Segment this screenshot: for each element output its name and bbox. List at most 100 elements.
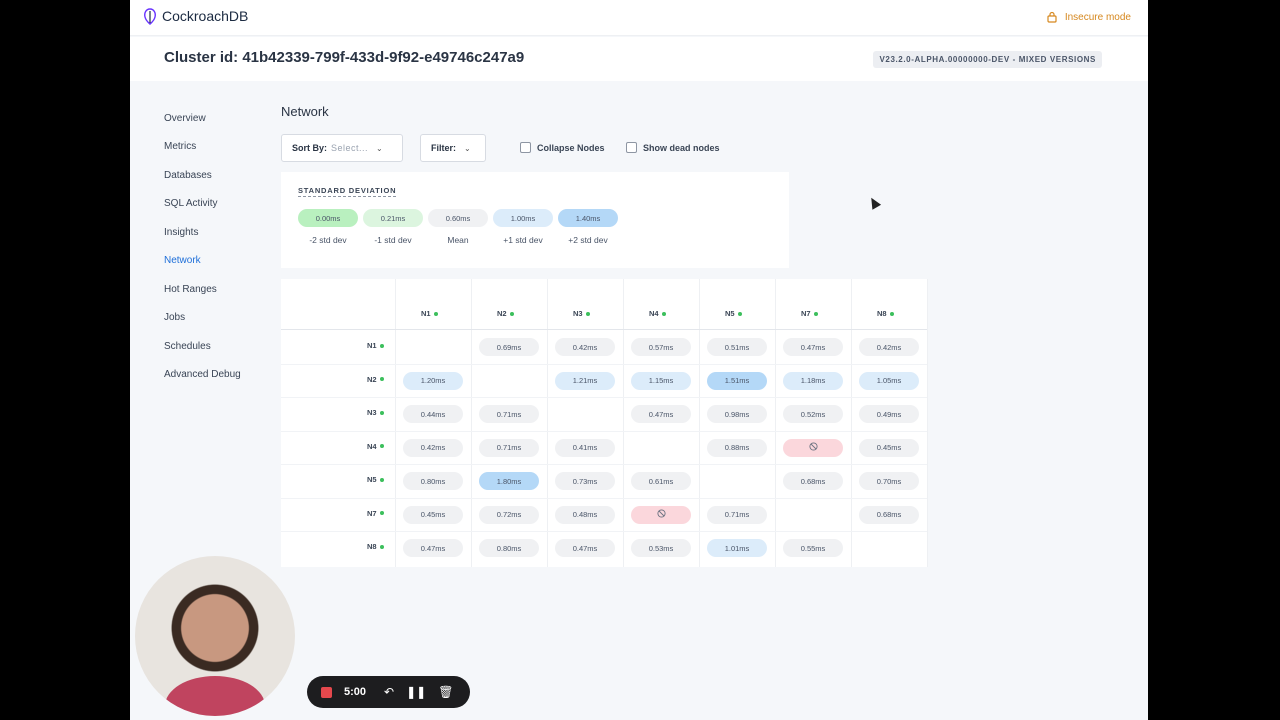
legend-label: +2 std dev xyxy=(568,235,608,245)
latency-cell[interactable]: 0.71ms xyxy=(479,405,539,423)
latency-cell[interactable]: 1.15ms xyxy=(631,371,691,390)
cluster-id-title: Cluster id: 41b42339-799f-433d-9f92-e497… xyxy=(164,49,525,66)
presenter-shirt xyxy=(165,676,265,716)
column-separator xyxy=(471,279,472,567)
sidebar-item-insights[interactable]: Insights xyxy=(164,218,274,247)
latency-cell[interactable]: 0.88ms xyxy=(707,438,767,457)
latency-cell[interactable]: 1.20ms xyxy=(403,371,463,390)
latency-cell[interactable]: 0.55ms xyxy=(783,539,843,557)
latency-cell[interactable]: 0.47ms xyxy=(783,338,843,356)
sidebar-item-hot-ranges[interactable]: Hot Ranges xyxy=(164,275,274,304)
sidebar-item-metrics[interactable]: Metrics xyxy=(164,133,274,162)
latency-cell[interactable]: 0.68ms xyxy=(783,472,843,490)
lock-icon xyxy=(1047,11,1057,23)
latency-cell[interactable]: 1.80ms xyxy=(479,472,539,490)
row-header-n2: N2 xyxy=(367,375,384,384)
column-separator xyxy=(851,279,852,567)
latency-cell[interactable]: 0.44ms xyxy=(403,405,463,423)
pause-icon[interactable]: ❚❚ xyxy=(406,685,426,699)
node-live-status-icon xyxy=(813,311,818,316)
latency-cell[interactable]: 0.41ms xyxy=(555,438,615,457)
cluster-header: Cluster id: 41b42339-799f-433d-9f92-e497… xyxy=(130,37,1148,81)
latency-cell[interactable]: 0.72ms xyxy=(479,505,539,524)
collapse-nodes-label: Collapse Nodes xyxy=(537,142,605,153)
latency-cell[interactable]: 0.80ms xyxy=(403,472,463,490)
app-name: CockroachDB xyxy=(162,8,249,24)
sidebar-item-databases[interactable]: Databases xyxy=(164,161,274,190)
logo[interactable]: CockroachDB xyxy=(142,7,248,25)
no-connection-icon xyxy=(656,509,666,520)
show-dead-nodes-checkbox[interactable]: Show dead nodes xyxy=(626,142,720,153)
latency-cell[interactable]: 1.18ms xyxy=(783,371,843,390)
collapse-nodes-checkbox[interactable]: Collapse Nodes xyxy=(520,142,605,153)
node-live-status-icon xyxy=(379,511,384,515)
sidebar-item-schedules[interactable]: Schedules xyxy=(164,332,274,361)
top-bar: CockroachDB Insecure mode xyxy=(130,0,1148,36)
latency-cell[interactable]: 0.47ms xyxy=(403,539,463,557)
latency-matrix: N1 N2 N3 N4 N5 N7 N8 N1 0.69ms 0.42ms 0.57ms 0.51ms… xyxy=(281,279,928,567)
sidebar-item-jobs[interactable]: Jobs xyxy=(164,304,274,333)
filter-dropdown[interactable]: Filter: ⌄ xyxy=(420,134,486,162)
chevron-down-icon: ⌄ xyxy=(464,143,471,153)
sidebar-item-sql-activity[interactable]: SQL Activity xyxy=(164,190,274,219)
latency-cell[interactable]: 0.61ms xyxy=(631,472,691,490)
sidebar-item-overview[interactable]: Overview xyxy=(164,104,274,133)
column-separator xyxy=(547,279,548,567)
legend-label: -2 std dev xyxy=(309,235,347,245)
latency-cell[interactable]: 0.80ms xyxy=(479,539,539,557)
latency-cell[interactable]: 1.21ms xyxy=(555,371,615,390)
row-divider xyxy=(281,363,927,365)
latency-cell[interactable]: 0.52ms xyxy=(783,405,843,423)
latency-cell[interactable]: 0.49ms xyxy=(859,405,919,423)
node-live-status-icon xyxy=(379,444,384,448)
latency-cell[interactable]: 0.51ms xyxy=(707,338,767,356)
insecure-mode-label: Insecure mode xyxy=(1064,11,1131,23)
legend-label: +1 std dev xyxy=(503,235,543,245)
latency-cell[interactable]: 0.42ms xyxy=(555,338,615,356)
latency-cell[interactable]: 1.01ms xyxy=(707,539,767,557)
latency-cell[interactable]: 1.05ms xyxy=(859,371,919,390)
undo-icon[interactable]: ↶ xyxy=(384,685,394,699)
latency-cell-no-connection[interactable] xyxy=(631,505,691,524)
latency-cell[interactable]: 0.57ms xyxy=(631,338,691,356)
sort-by-label: Sort By: xyxy=(292,143,328,153)
latency-cell[interactable]: 0.71ms xyxy=(479,438,539,457)
node-label: N1 xyxy=(367,341,377,350)
latency-cell[interactable]: 0.69ms xyxy=(479,338,539,356)
sidebar-item-network[interactable]: Network xyxy=(164,247,274,276)
latency-cell[interactable]: 0.42ms xyxy=(859,338,919,356)
latency-cell[interactable]: 0.68ms xyxy=(859,505,919,524)
checkbox-box[interactable] xyxy=(626,142,637,153)
row-divider xyxy=(281,464,927,465)
latency-cell[interactable]: 0.71ms xyxy=(707,505,767,524)
mouse-cursor-icon xyxy=(866,195,882,210)
latency-cell[interactable]: 0.42ms xyxy=(403,438,463,457)
sidebar-item-advanced-debug[interactable]: Advanced Debug xyxy=(164,361,274,390)
latency-cell[interactable]: 0.47ms xyxy=(555,539,615,557)
page-title: Network xyxy=(281,104,329,119)
latency-cell[interactable]: 0.48ms xyxy=(555,505,615,524)
legend-value-pill: 0.00ms xyxy=(298,209,358,227)
node-live-status-icon xyxy=(379,477,384,482)
column-header-n7: N7 xyxy=(801,309,818,318)
latency-cell[interactable]: 0.73ms xyxy=(555,472,615,490)
latency-cell[interactable]: 1.51ms xyxy=(707,371,767,390)
latency-cell[interactable]: 0.53ms xyxy=(631,539,691,557)
insecure-mode-indicator[interactable]: Insecure mode xyxy=(1047,11,1131,23)
checkbox-box[interactable] xyxy=(520,142,531,153)
node-label: N4 xyxy=(367,441,377,451)
stop-recording-icon[interactable] xyxy=(321,686,332,698)
latency-cell-no-connection[interactable] xyxy=(783,438,843,457)
latency-cell[interactable]: 0.47ms xyxy=(631,405,691,423)
latency-cell[interactable]: 0.45ms xyxy=(403,505,463,524)
sort-by-dropdown[interactable]: Sort By: Select... ⌄ xyxy=(281,134,403,162)
latency-cell[interactable]: 0.98ms xyxy=(707,405,767,423)
latency-cell[interactable]: 0.45ms xyxy=(859,438,919,457)
node-label: N3 xyxy=(367,408,377,417)
std-dev-legend: STANDARD DEVIATION 0.00ms -2 std dev 0.21m… xyxy=(281,172,789,268)
legend-title[interactable]: STANDARD DEVIATION xyxy=(298,186,397,197)
legend-label: Mean xyxy=(447,235,469,245)
trash-icon[interactable]: 🗑 xyxy=(438,685,453,699)
latency-cell[interactable]: 0.70ms xyxy=(859,472,919,490)
legend-value-pill: 0.60ms xyxy=(428,209,488,227)
